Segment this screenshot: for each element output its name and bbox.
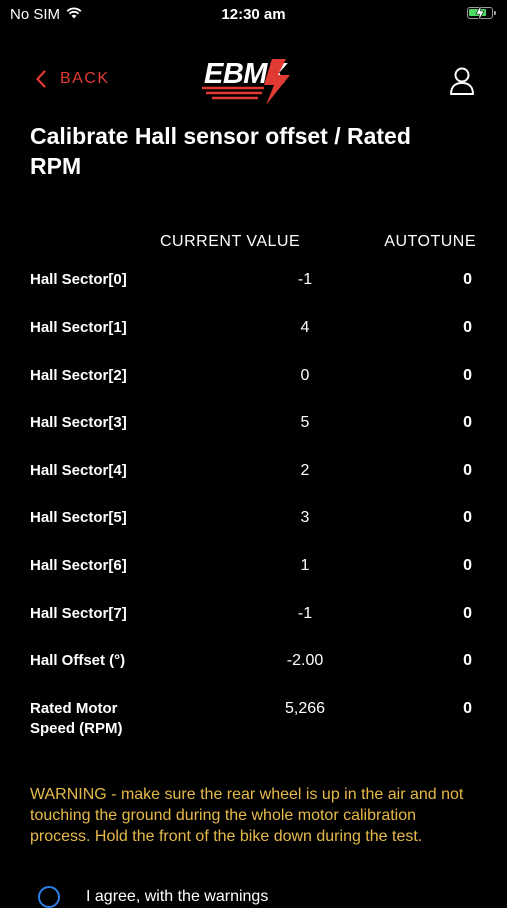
row-label: Hall Sector[0] (30, 271, 127, 288)
row-label: Hall Sector[7] (30, 605, 127, 622)
row-current-value: -1 (297, 271, 313, 288)
row-autotune-value: 0 (463, 367, 472, 384)
row-current-value: 3 (300, 509, 310, 526)
agree-label: I agree, with the warnings (86, 888, 269, 905)
row-autotune-value: 0 (463, 319, 472, 336)
table-row: Rated Motor Speed (RPM) 5,266 0 (0, 699, 507, 739)
row-current-value: 1 (300, 557, 310, 574)
row-current-value: 0 (300, 367, 310, 384)
table-row: Hall Sector[7] -1 0 (0, 604, 507, 644)
row-current-value: 5 (300, 414, 310, 431)
ebmx-logo: EBMX (200, 55, 308, 109)
table-row: Hall Sector[2] 0 0 (0, 366, 507, 406)
row-current-value: -1 (297, 605, 313, 622)
page-title: Calibrate Hall sensor offset / Rated RPM (30, 123, 411, 179)
table-row: Hall Sector[6] 1 0 (0, 556, 507, 596)
row-label: Hall Sector[5] (30, 509, 127, 526)
row-autotune-value: 0 (463, 509, 472, 526)
agree-radio[interactable] (38, 886, 60, 908)
row-label: Hall Sector[6] (30, 557, 127, 574)
row-label: Hall Sector[3] (30, 414, 127, 431)
back-button[interactable]: BACK (36, 70, 110, 88)
row-autotune-value: 0 (463, 652, 472, 669)
row-autotune-value: 0 (463, 700, 472, 717)
agree-option[interactable]: I agree, with the warnings (38, 886, 268, 908)
back-label: BACK (60, 70, 110, 87)
warning-text: WARNING - make sure the rear wheel is up… (30, 786, 464, 845)
row-label: Rated Motor Speed (RPM) (30, 700, 123, 737)
row-label: Hall Sector[4] (30, 462, 127, 479)
column-header-autotune: AUTOTUNE (384, 233, 476, 250)
clock: 12:30 am (221, 6, 286, 23)
chevron-left-icon (36, 70, 46, 88)
column-header-current-value: CURRENT VALUE (160, 233, 301, 250)
profile-button[interactable] (448, 66, 476, 98)
row-label: Hall Offset (°) (30, 652, 126, 669)
row-label: Hall Sector[2] (30, 367, 127, 384)
row-current-value: 2 (300, 462, 310, 479)
row-autotune-value: 0 (463, 414, 472, 431)
row-autotune-value: 0 (463, 605, 472, 622)
table-row: Hall Sector[4] 2 0 (0, 461, 507, 501)
row-autotune-value: 0 (463, 462, 472, 479)
row-current-value: 4 (300, 319, 310, 336)
status-bar: No SIM 12:30 am (0, 0, 507, 28)
table-row: Hall Sector[5] 3 0 (0, 508, 507, 548)
table-row: Hall Sector[3] 5 0 (0, 413, 507, 453)
row-autotune-value: 0 (463, 557, 472, 574)
table-row: Hall Offset (°) -2.00 0 (0, 651, 507, 691)
battery-icon (467, 5, 496, 21)
row-label: Hall Sector[1] (30, 319, 127, 336)
row-current-value: -2.00 (286, 652, 324, 669)
user-icon (450, 67, 474, 95)
table-row: Hall Sector[0] -1 0 (0, 270, 507, 310)
charging-bolt-icon (475, 5, 485, 21)
table-row: Hall Sector[1] 4 0 (0, 318, 507, 358)
row-current-value: 5,266 (284, 700, 326, 717)
row-autotune-value: 0 (463, 271, 472, 288)
